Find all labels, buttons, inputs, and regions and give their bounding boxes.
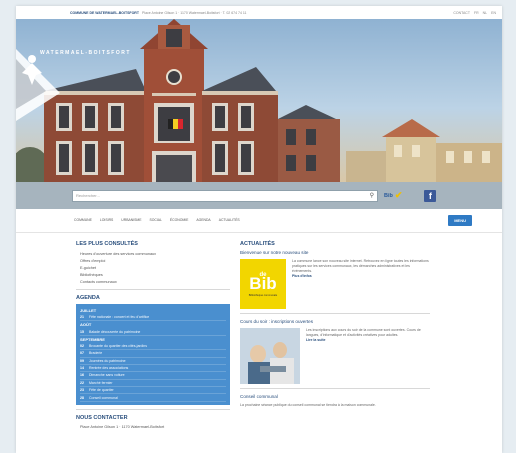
news-title: ACTUALITÉS xyxy=(240,241,275,247)
event-title: Journées du patrimoine xyxy=(89,358,126,363)
page-frame: COMMUNE DE WATERMAEL-BOITSFORT Place Ant… xyxy=(16,6,502,453)
nav-item-urbanisme[interactable]: URBANISME xyxy=(121,218,141,222)
event-day: 16 xyxy=(80,373,84,378)
list-item[interactable]: Contacts communaux xyxy=(76,278,230,285)
agenda-list: JUILLET 21 Fête nationale : concert et fe… xyxy=(76,304,230,405)
news-item-title[interactable]: Cours du soir : inscriptions ouvertes xyxy=(240,319,430,324)
agenda-event[interactable]: 16 Dimanche sans voiture xyxy=(80,372,226,380)
list-item[interactable]: Heures d'ouverture des services communau… xyxy=(76,250,230,257)
read-more-link[interactable]: Lire la suite xyxy=(306,338,325,342)
list-item[interactable]: E-guichet xyxy=(76,264,230,271)
search-input[interactable]: Rechercher... ⚲ xyxy=(72,189,378,202)
search-icon[interactable]: ⚲ xyxy=(370,192,374,199)
event-day: 23 xyxy=(80,388,84,393)
town-hall-image xyxy=(16,19,502,182)
bib-logo-sub: Bibliothèque communale xyxy=(248,293,278,297)
event-title: Dimanche sans voiture xyxy=(89,373,125,378)
agenda-month: AOÛT xyxy=(80,322,92,328)
event-title: Balade découverte du patrimoine xyxy=(89,329,141,334)
event-day: 22 xyxy=(80,380,84,385)
read-more-link[interactable]: Plus d'infos xyxy=(292,274,312,278)
nav-item-social[interactable]: SOCIAL xyxy=(149,218,161,222)
main-content: LES PLUS CONSULTÉS Heures d'ouverture de… xyxy=(16,233,502,431)
divider xyxy=(76,408,230,410)
agenda-title: AGENDA xyxy=(76,295,100,301)
top-links: CONTACT FR NL EN xyxy=(453,11,496,15)
right-column: ACTUALITÉS Bienvenue sur notre nouveau s… xyxy=(240,241,430,431)
agenda-event[interactable]: 23 Fête de quartier xyxy=(80,387,226,395)
checkmark-icon: ✔ xyxy=(394,190,403,200)
event-day: 02 xyxy=(80,343,84,348)
nav-item-agenda[interactable]: AGENDA xyxy=(196,218,210,222)
people-photo xyxy=(240,328,300,384)
left-column: LES PLUS CONSULTÉS Heures d'ouverture de… xyxy=(76,241,230,431)
site-logo-text[interactable]: WATERMAEL-BOITSFORT xyxy=(40,50,131,56)
event-title: Braderie xyxy=(89,351,103,356)
agenda-month: SEPTEMBRE xyxy=(80,336,105,342)
event-title: Conseil communal xyxy=(89,395,118,400)
event-title: Marché fermier xyxy=(89,380,113,385)
event-title: Fête de quartier xyxy=(89,388,114,393)
contact-text: Place Antoine Gilson 1 · 1170 Watermael-… xyxy=(80,425,165,430)
divider xyxy=(76,289,230,290)
event-title: Brocante du quartier des cités-jardins xyxy=(89,343,147,348)
contact-title: NOUS CONTACTER xyxy=(76,414,128,421)
agenda-event[interactable]: 28 Conseil communal xyxy=(80,394,226,402)
list-item[interactable]: Offres d'emploi xyxy=(76,257,230,264)
news-item: de Bib Bibliothèque communale La commune… xyxy=(240,259,430,309)
nav-item-economie[interactable]: ÉCONOMIE xyxy=(170,218,188,222)
event-title: Rentrée des associations xyxy=(89,366,129,371)
event-day: 07 xyxy=(80,351,84,356)
list-item[interactable]: Bibliothèques xyxy=(76,271,230,278)
news-item-title[interactable]: Bienvenue sur notre nouveau site xyxy=(240,250,430,255)
bib-logo-name: Bib xyxy=(249,273,277,293)
event-day: 28 xyxy=(80,395,84,400)
news-item: Les inscriptions aux cours du soir de la… xyxy=(240,328,430,384)
event-day: 14 xyxy=(80,366,84,371)
top-link-contact[interactable]: CONTACT xyxy=(453,11,470,15)
agenda-event[interactable]: 21 Fête nationale : concert et feu d'arti… xyxy=(80,314,226,322)
bib-link[interactable]: Bib ✔ xyxy=(384,190,402,201)
nav-item-loisirs[interactable]: LOISIRS xyxy=(100,218,113,222)
news-photo[interactable] xyxy=(240,328,300,384)
agenda-event[interactable]: 14 Rentrée des associations xyxy=(80,365,226,373)
agenda-event[interactable]: 09 Journées du patrimoine xyxy=(80,358,226,365)
lang-fr[interactable]: FR xyxy=(474,11,479,15)
nav-item-commune[interactable]: COMMUNE xyxy=(74,218,92,222)
agenda-event[interactable]: 07 Braderie xyxy=(80,350,226,358)
divider xyxy=(240,388,430,389)
search-placeholder: Rechercher... xyxy=(76,193,100,198)
most-consulted-title: LES PLUS CONSULTÉS xyxy=(76,241,138,247)
event-title: Fête nationale : concert et feu d'artifi… xyxy=(89,315,150,320)
agenda-event[interactable]: 22 Marché fermier xyxy=(80,380,226,387)
main-nav: COMMUNE LOISIRS URBANISME SOCIAL ÉCONOMI… xyxy=(16,209,502,233)
event-day: 09 xyxy=(80,358,84,363)
nav-item-actualites[interactable]: ACTUALITÉS xyxy=(219,218,240,222)
news-item-title[interactable]: Conseil communal xyxy=(240,394,430,399)
municipality-name[interactable]: COMMUNE DE WATERMAEL-BOITSFORT xyxy=(70,11,139,15)
menu-button[interactable]: MENU xyxy=(448,215,472,226)
lang-nl[interactable]: NL xyxy=(483,11,487,15)
news-body-text: La prochaine séance publique du conseil … xyxy=(240,403,376,407)
agenda-event[interactable]: 15 Balade découverte du patrimoine xyxy=(80,328,226,336)
news-body-text: Les inscriptions aux cours du soir de la… xyxy=(306,328,421,337)
bib-label: Bib xyxy=(384,192,393,199)
search-bar: Rechercher... ⚲ Bib ✔ f xyxy=(16,182,502,209)
event-day: 15 xyxy=(80,329,84,334)
agenda-month: JUILLET xyxy=(80,308,97,313)
agenda-event[interactable]: 02 Brocante du quartier des cités-jardins xyxy=(80,343,226,351)
news-item-body: Les inscriptions aux cours du soir de la… xyxy=(306,328,430,384)
divider xyxy=(240,313,430,314)
facebook-icon[interactable]: f xyxy=(424,189,437,202)
event-day: 21 xyxy=(80,315,84,320)
top-bar: COMMUNE DE WATERMAEL-BOITSFORT Place Ant… xyxy=(16,6,502,19)
news-item-body: La commune lance son nouveau site intern… xyxy=(292,259,430,309)
hero-banner: WATERMAEL-BOITSFORT xyxy=(16,19,502,182)
news-body-text: La commune lance son nouveau site intern… xyxy=(292,259,429,273)
bib-logo[interactable]: de Bib Bibliothèque communale xyxy=(240,259,286,309)
top-address: Place Antoine Gilson 1 · 1170 Watermael-… xyxy=(141,10,247,15)
lang-en[interactable]: EN xyxy=(491,11,496,15)
